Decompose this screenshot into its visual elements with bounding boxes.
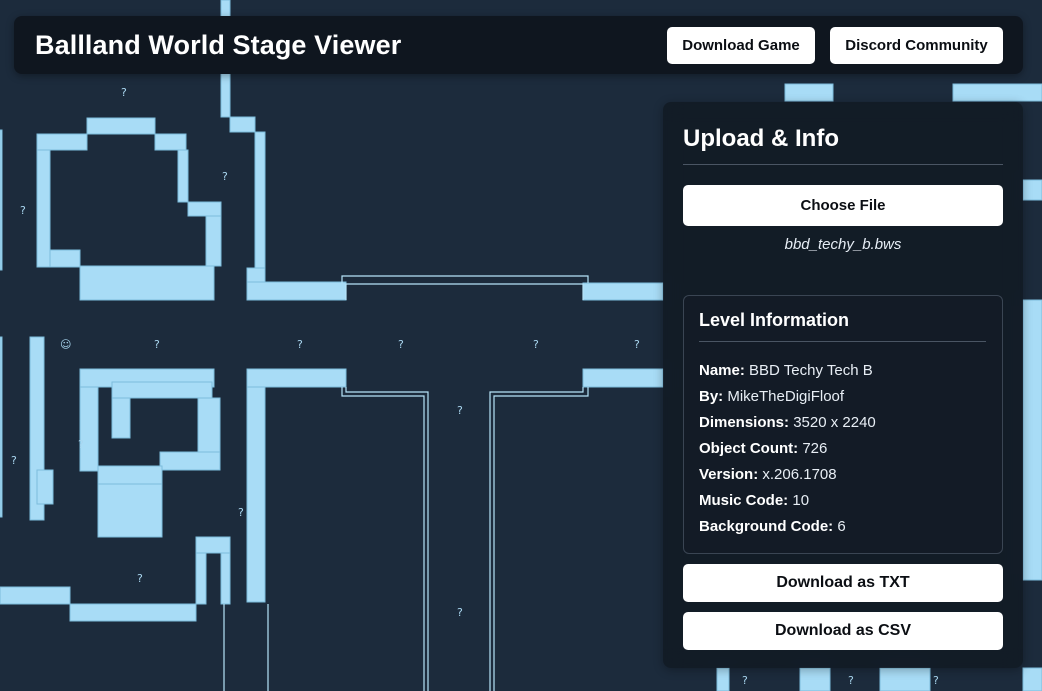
unknown-object-marker: ?: [533, 338, 539, 351]
divider: [683, 164, 1003, 165]
panel-title: Upload & Info: [683, 125, 839, 152]
info-label: Name:: [699, 362, 745, 379]
info-label: Music Code:: [699, 492, 789, 509]
info-value: 6: [837, 518, 846, 535]
info-label: Background Code:: [699, 518, 834, 535]
upload-info-panel: Upload & Info Choose File bbd_techy_b.bw…: [663, 102, 1023, 668]
unknown-object-marker: ?: [297, 338, 303, 351]
info-label: Object Count:: [699, 440, 799, 457]
unknown-object-marker: ?: [933, 674, 939, 687]
download-csv-button[interactable]: Download as CSV: [683, 612, 1003, 650]
divider: [699, 341, 986, 342]
download-txt-button[interactable]: Download as TXT: [683, 564, 1003, 602]
unknown-object-marker: ?: [20, 204, 26, 217]
level-info-list: Name: BBD Techy Tech B By: MikeTheDigiFl…: [699, 362, 876, 544]
smiley-object-marker: ☺: [60, 338, 71, 351]
top-bar: Ballland World Stage Viewer Download Gam…: [14, 16, 1023, 74]
info-row-author: By: MikeTheDigiFloof: [699, 388, 876, 414]
unknown-object-marker: ?: [742, 674, 748, 687]
info-value: x.206.1708: [762, 466, 837, 483]
unknown-object-marker: ?: [11, 454, 17, 467]
unknown-object-marker: ?: [222, 170, 228, 183]
info-row-background-code: Background Code: 6: [699, 518, 876, 544]
info-value: MikeTheDigiFloof: [727, 388, 845, 405]
discord-community-button[interactable]: Discord Community: [830, 27, 1003, 64]
choose-file-button[interactable]: Choose File: [683, 185, 1003, 226]
info-label: Version:: [699, 466, 759, 483]
unknown-object-marker: ?: [398, 338, 404, 351]
info-value: BBD Techy Tech B: [749, 362, 873, 379]
unknown-object-marker: ?: [238, 506, 244, 519]
unknown-object-marker: ?: [457, 606, 463, 619]
unknown-object-marker: ?: [457, 404, 463, 417]
info-row-music-code: Music Code: 10: [699, 492, 876, 518]
info-row-name: Name: BBD Techy Tech B: [699, 362, 876, 388]
app-title: Ballland World Stage Viewer: [35, 30, 402, 60]
info-value: 726: [802, 440, 828, 457]
unknown-object-marker: ?: [137, 572, 143, 585]
info-value: 10: [792, 492, 810, 509]
info-label: Dimensions:: [699, 414, 790, 431]
info-row-dimensions: Dimensions: 3520 x 2240: [699, 414, 876, 440]
info-label: By:: [699, 388, 724, 405]
info-value: 3520 x 2240: [793, 414, 876, 431]
unknown-object-marker: ?: [848, 674, 854, 687]
download-game-button[interactable]: Download Game: [667, 27, 815, 64]
level-information-title: Level Information: [699, 310, 850, 330]
unknown-object-marker: ?: [634, 338, 640, 351]
selected-file-name: bbd_techy_b.bws: [784, 236, 902, 253]
info-row-version: Version: x.206.1708: [699, 466, 876, 492]
unknown-object-marker: ?: [121, 86, 127, 99]
level-information-box: Level Information Name: BBD Techy Tech B…: [683, 295, 1003, 554]
info-row-object-count: Object Count: 726: [699, 440, 876, 466]
unknown-object-marker: ?: [78, 438, 84, 451]
unknown-object-marker: ?: [154, 338, 160, 351]
